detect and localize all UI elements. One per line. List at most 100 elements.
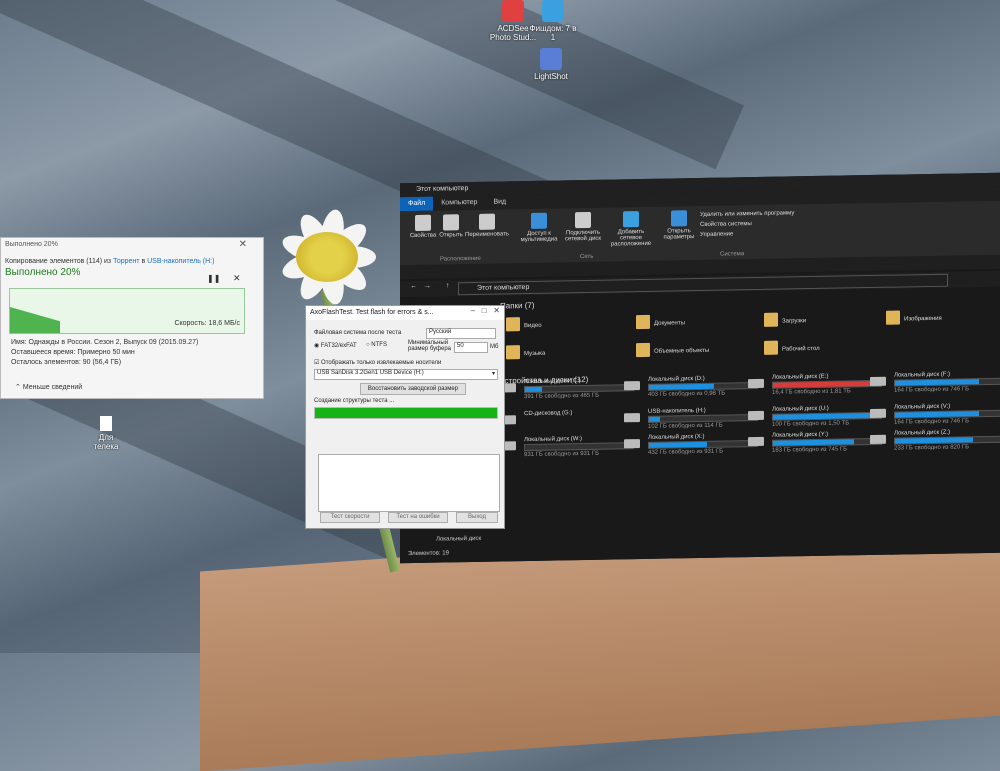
folder-video[interactable]: Видео (506, 317, 542, 332)
drive-tile[interactable]: Локальный диск (X:) 432 ГБ свободно из 93… (624, 433, 758, 456)
ntfs-radio[interactable]: ○ NTFS (366, 342, 387, 348)
desktop-folder-icon (764, 340, 778, 355)
progress-fill (315, 408, 497, 418)
chevron-down-icon: ▾ (491, 371, 495, 377)
log-area (318, 454, 500, 512)
buffer-unit: Мб (490, 344, 499, 350)
graph-fill (10, 307, 60, 333)
destination-link[interactable]: USB-накопитель (H:) (147, 258, 214, 265)
file-icon (100, 416, 112, 431)
group-location: Расположение (440, 255, 481, 263)
folder-pictures[interactable]: Изображения (886, 310, 942, 325)
folder-3d-objects[interactable]: Объемные объекты (636, 342, 709, 358)
speed-test-button[interactable]: Тест скорости (320, 512, 380, 523)
minimize-icon[interactable]: – (471, 306, 475, 315)
drive-tile[interactable]: Локальный диск (W:) 931 ГБ свободно из 93… (500, 435, 634, 459)
tab-computer[interactable]: Компьютер (433, 196, 485, 211)
drive-free-space: 102 ГБ свободно из 114 ГБ (648, 422, 723, 430)
dialog-title: Выполнено 20% (5, 241, 58, 248)
tab-view[interactable]: Вид (485, 195, 514, 210)
manage-link[interactable]: Управление (700, 228, 794, 240)
pictures-folder-icon (886, 310, 900, 325)
video-folder-icon (506, 317, 520, 332)
drive-free-space: 164 ГБ свободно из 746 ГБ (894, 386, 970, 394)
drive-tile[interactable]: Локальный диск (E:) 16,4 ГБ свободно из 1… (748, 373, 882, 396)
fishdom-icon (542, 0, 564, 22)
drive-tile[interactable]: Локальный диск (V:) 164 ГБ свободно из 74… (870, 403, 1000, 426)
desktop-icon-label: Фишдом: 7 в 1 (529, 24, 577, 42)
back-arrow-icon[interactable]: ← (410, 283, 417, 290)
close-icon[interactable]: ✕ (239, 239, 247, 250)
drive-tile[interactable]: Локальный диск (F:) 164 ГБ свободно из 74… (870, 371, 1000, 394)
drive-icon (624, 381, 640, 391)
desktop-file-for-tv[interactable]: Для телека (86, 416, 126, 451)
axoflashtest-window: AxoFlashTest. Test flash for errors & s.… (305, 305, 505, 529)
up-arrow-icon[interactable]: ↑ (446, 282, 450, 289)
tab-file[interactable]: Файл (400, 196, 434, 212)
drive-tile[interactable]: Локальный диск (Z:) 233 ГБ свободно из 82… (870, 429, 1000, 452)
maximize-icon[interactable]: □ (482, 306, 487, 315)
exit-button[interactable]: Выход (456, 512, 498, 523)
media-access-button[interactable]: Доступ к мультимедиа (518, 212, 560, 243)
open-settings-button[interactable]: Открыть параметры (660, 210, 698, 241)
desktop-icon-fishdom[interactable]: Фишдом: 7 в 1 (528, 0, 578, 42)
acdsee-icon (502, 0, 524, 22)
buffer-input[interactable]: 50 (454, 342, 488, 353)
drive-free-space: 432 ГБ свободно из 931 ГБ (648, 448, 724, 456)
less-details-button[interactable]: ⌃ Меньше сведений (15, 383, 82, 391)
test-progress-bar (314, 407, 498, 419)
language-select[interactable]: Русский (426, 328, 496, 339)
buffer-label: Минимальный размер буфера (408, 340, 452, 352)
folder-documents[interactable]: Документы (636, 314, 685, 330)
restore-size-button[interactable]: Восстановить заводской размер (360, 383, 466, 395)
folder-downloads[interactable]: Загрузки (764, 312, 806, 327)
map-drive-button[interactable]: Подключить сетевой диск (562, 211, 604, 243)
3d-objects-folder-icon (636, 342, 650, 358)
desktop-icon-lightshot[interactable]: LightShot (526, 48, 576, 81)
open-icon (443, 214, 459, 231)
removable-checkbox[interactable]: ☑ Отображать только извлекаемые носители (314, 359, 441, 366)
speed-graph: Скорость: 18,6 МБ/с (9, 288, 245, 334)
folder-music[interactable]: Музыка (506, 345, 545, 360)
media-icon (531, 212, 547, 229)
device-select[interactable]: USB SanDisk 3.2Gen1 USB Device (H:) ▾ (314, 369, 498, 380)
properties-icon (415, 214, 431, 231)
pause-icon[interactable]: ❚❚ (207, 274, 220, 283)
speed-label: Скорость: 18,6 МБ/с (174, 320, 240, 327)
error-test-button[interactable]: Тест на ошибки (388, 512, 448, 523)
drive-name: CD-дисковод (G:) (524, 410, 573, 418)
status-label: Создание структуры теста ... (314, 398, 395, 404)
chevron-up-icon: ⌃ (15, 384, 21, 391)
nav-item-local-disk[interactable]: Локальный диск (436, 536, 481, 543)
drive-tile[interactable]: Локальный диск (C:) 391 ГБ свободно из 46… (500, 377, 634, 401)
rename-icon (479, 213, 495, 230)
folder-desktop[interactable]: Рабочий стол (764, 340, 820, 355)
folders-heading[interactable]: Папки (7) (500, 301, 535, 311)
gear-icon (671, 210, 687, 227)
close-icon[interactable]: ✕ (493, 306, 500, 315)
fat-radio[interactable]: ◉ FAT32/exFAT (314, 342, 357, 349)
drive-free-space: 391 ГБ свободно из 465 ГБ (524, 392, 600, 401)
drive-tile[interactable]: Локальный диск (Y:) 183 ГБ свободно из 74… (748, 431, 882, 454)
drive-free-space: 931 ГБ свободно из 931 ГБ (524, 450, 600, 459)
rename-button[interactable]: Переименовать (464, 213, 510, 238)
desktop-icon-label: LightShot (534, 72, 568, 81)
drive-free-space: 164 ГБ свободно из 746 ГБ (894, 418, 970, 426)
copy-details: Имя: Однажды в России. Сезон 2, Выпуск 0… (11, 339, 199, 366)
source-link[interactable]: Торрент (113, 258, 139, 265)
desktop-file-label: Для телека (93, 433, 119, 451)
drive-free-space: 183 ГБ свободно из 745 ГБ (772, 446, 848, 454)
group-system: Система (720, 251, 745, 258)
drive-tile[interactable]: Локальный диск (U:) 100 ГБ свободно из 1,… (748, 405, 882, 428)
add-network-location-button[interactable]: Добавить сетевое расположение (606, 211, 656, 248)
drive-free-space: 16,4 ГБ свободно из 1,81 ТБ (772, 388, 851, 396)
documents-folder-icon (636, 314, 650, 330)
drive-tile[interactable]: CD-дисковод (G:) (500, 409, 634, 425)
cancel-icon[interactable]: ✕ (233, 273, 241, 284)
ribbon-side-list: Удалить или изменить программу Свойства … (700, 208, 794, 240)
drive-icon (624, 413, 640, 423)
drive-tile[interactable]: Локальный диск (D:) 403 ГБ свободно из 0,… (624, 375, 758, 398)
drive-tile[interactable]: USB-накопитель (H:) 102 ГБ свободно из 11… (624, 407, 758, 430)
drive-free-space: 233 ГБ свободно из 820 ГБ (894, 444, 970, 452)
forward-arrow-icon[interactable]: → (424, 283, 431, 290)
